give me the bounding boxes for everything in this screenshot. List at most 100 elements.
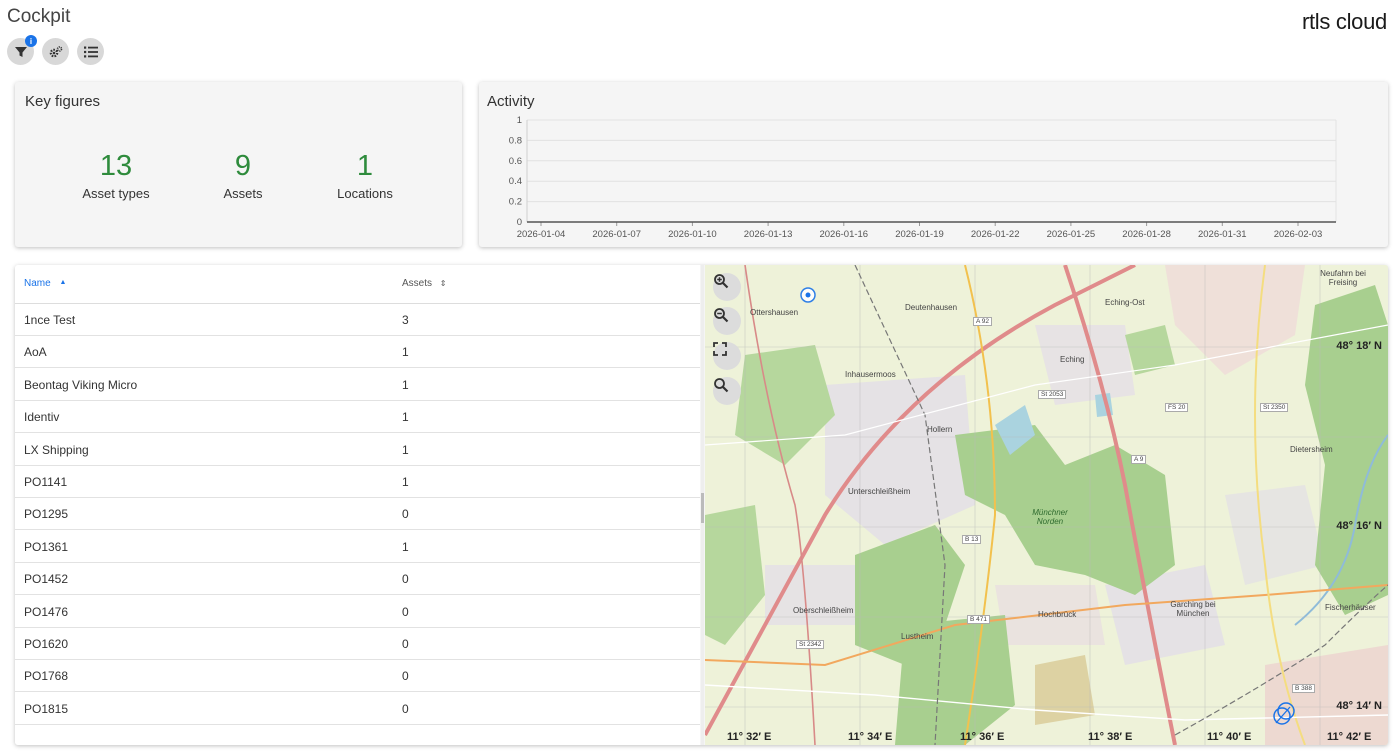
map-road-tag: St 2342 bbox=[796, 640, 825, 649]
x-tick-label: 2026-01-22 bbox=[971, 229, 1020, 240]
x-tick-label: 2026-01-13 bbox=[744, 229, 793, 240]
x-tick-label: 2026-01-19 bbox=[895, 229, 944, 240]
row-name-cell: PO1361 bbox=[24, 539, 69, 554]
y-tick-label: 0.2 bbox=[509, 197, 522, 208]
x-tick-label: 2026-01-04 bbox=[517, 229, 566, 240]
map-road-tag: B 388 bbox=[1292, 684, 1315, 693]
table-row[interactable]: PO1295 0 bbox=[15, 498, 700, 531]
table-row[interactable]: PO1476 0 bbox=[15, 596, 700, 628]
row-assets-cell: 1 bbox=[402, 410, 409, 425]
table-row[interactable]: Identiv 1 bbox=[15, 401, 700, 434]
map-place-label: Unterschleißheim bbox=[848, 487, 911, 496]
row-name-cell: 1nce Test bbox=[24, 313, 76, 327]
column-header-name[interactable]: Name ▲ bbox=[24, 265, 66, 303]
row-name-cell: LX Shipping bbox=[24, 442, 89, 457]
row-name-cell: AoA bbox=[24, 345, 47, 360]
map-place-label: Neufahrn bei Freising bbox=[1320, 269, 1366, 287]
x-tick-label: 2026-01-07 bbox=[592, 229, 641, 240]
row-name-cell: PO1141 bbox=[24, 475, 68, 489]
map-road-tag: FS 20 bbox=[1165, 403, 1189, 412]
row-name-cell: Beontag Viking Micro bbox=[24, 377, 138, 392]
y-tick-label: 1 bbox=[517, 115, 522, 126]
page-title: Cockpit bbox=[7, 6, 71, 27]
table-row[interactable]: PO1768 0 bbox=[15, 660, 700, 693]
table-row[interactable]: PO1815 0 bbox=[15, 693, 700, 725]
sort-asc-icon: ▲ bbox=[59, 279, 67, 286]
x-tick-label: 2026-01-16 bbox=[819, 229, 868, 240]
search-icon bbox=[714, 378, 729, 393]
zoom-out-button[interactable] bbox=[713, 307, 741, 335]
filter-info-badge: i bbox=[25, 35, 37, 47]
row-name-cell: PO1620 bbox=[24, 637, 69, 651]
top-bar: Cockpit rtls cloud i bbox=[0, 0, 1397, 70]
map-place-label: Münchner Norden bbox=[1032, 508, 1068, 526]
key-figure-locations: 1 Locations bbox=[285, 150, 445, 201]
map-longitude-label: 11° 36′ E bbox=[960, 731, 1005, 743]
activity-card: Activity 0 0.2 0.4 0.6 0.8 1 2026-01-04 2026-01… bbox=[479, 82, 1388, 247]
map-view[interactable]: Deutenhausen Neufahrn bei Freising Otter… bbox=[705, 265, 1388, 745]
settings-button[interactable] bbox=[42, 38, 69, 65]
asset-types-table: Name ▲ Assets ⇕ 1nce Test 3 AoA 1 Beontag Vi… bbox=[15, 265, 700, 745]
row-assets-cell: 1 bbox=[402, 442, 409, 457]
zoom-in-icon bbox=[714, 274, 729, 289]
y-tick-label: 0 bbox=[517, 217, 522, 228]
row-assets-cell: 0 bbox=[402, 604, 409, 619]
row-assets-cell: 1 bbox=[402, 345, 409, 360]
row-assets-cell: 1 bbox=[402, 475, 409, 489]
row-name-cell: PO1452 bbox=[24, 572, 69, 587]
list-view-button[interactable] bbox=[77, 38, 104, 65]
y-tick-label: 0.6 bbox=[509, 156, 522, 167]
map-longitude-label: 11° 42′ E bbox=[1327, 731, 1372, 743]
asset-types-panel: Name ▲ Assets ⇕ 1nce Test 3 AoA 1 Beontag Vi… bbox=[15, 265, 1388, 745]
row-name-cell: Identiv bbox=[24, 410, 60, 425]
map-tiles bbox=[705, 265, 1388, 745]
map-road-tag: B 471 bbox=[967, 615, 990, 624]
row-assets-cell: 3 bbox=[402, 313, 409, 327]
row-assets-cell: 0 bbox=[402, 669, 409, 684]
filter-button[interactable]: i bbox=[7, 35, 37, 65]
table-scrollbar-thumb[interactable] bbox=[701, 493, 704, 523]
row-assets-cell: 1 bbox=[402, 377, 409, 392]
y-tick-label: 0.8 bbox=[509, 135, 522, 146]
row-name-cell: PO1815 bbox=[24, 701, 69, 716]
table-row[interactable]: Beontag Viking Micro 1 bbox=[15, 369, 700, 401]
y-tick-label: 0.4 bbox=[509, 176, 522, 187]
key-figures-title: Key figures bbox=[25, 93, 101, 110]
fullscreen-button[interactable] bbox=[713, 342, 741, 370]
table-row[interactable]: AoA 1 bbox=[15, 336, 700, 369]
table-row[interactable]: PO1620 0 bbox=[15, 628, 700, 660]
map-road-tag: A 9 bbox=[1131, 455, 1147, 464]
map-place-label: Deutenhausen bbox=[905, 303, 958, 312]
map-place-label: Lustheim bbox=[901, 632, 934, 641]
row-assets-cell: 0 bbox=[402, 572, 409, 587]
map-search-button[interactable] bbox=[713, 377, 741, 405]
map-road-tag: A 92 bbox=[973, 317, 993, 326]
x-tick-label: 2026-01-25 bbox=[1047, 229, 1096, 240]
map-place-label: Ottershausen bbox=[750, 308, 799, 317]
row-assets-cell: 0 bbox=[402, 701, 409, 716]
table-row[interactable]: PO1361 1 bbox=[15, 531, 700, 563]
x-tick-label: 2026-01-31 bbox=[1198, 229, 1247, 240]
list-icon bbox=[83, 46, 98, 57]
row-name-cell: PO1295 bbox=[24, 507, 69, 522]
row-name-cell: PO1768 bbox=[24, 669, 69, 684]
map-place-label: Hollern bbox=[927, 425, 953, 434]
table-row[interactable]: 1nce Test 3 bbox=[15, 304, 700, 336]
toolbar: i bbox=[7, 35, 104, 65]
zoom-out-icon bbox=[714, 308, 729, 323]
table-row[interactable]: PO1141 1 bbox=[15, 466, 700, 498]
x-tick-label: 2026-01-10 bbox=[668, 229, 717, 240]
table-row[interactable]: LX Shipping 1 bbox=[15, 434, 700, 466]
column-header-assets[interactable]: Assets ⇕ bbox=[402, 265, 447, 303]
filter-icon bbox=[14, 46, 27, 57]
map-road-tag: St 2053 bbox=[1038, 390, 1067, 399]
key-figures-card: Key figures 13 Asset types 9 Assets 1 Lo… bbox=[15, 82, 462, 247]
table-row[interactable]: PO1452 0 bbox=[15, 563, 700, 596]
key-figure-value: 1 bbox=[356, 150, 374, 182]
key-figure-label: Locations bbox=[337, 186, 393, 201]
row-assets-cell: 1 bbox=[402, 539, 409, 554]
map-place-label: Eching-Ost bbox=[1105, 298, 1145, 307]
map-latitude-label: 48° 16′ N bbox=[1336, 520, 1382, 532]
column-header-label: Name bbox=[24, 278, 51, 289]
zoom-in-button[interactable] bbox=[713, 273, 741, 301]
